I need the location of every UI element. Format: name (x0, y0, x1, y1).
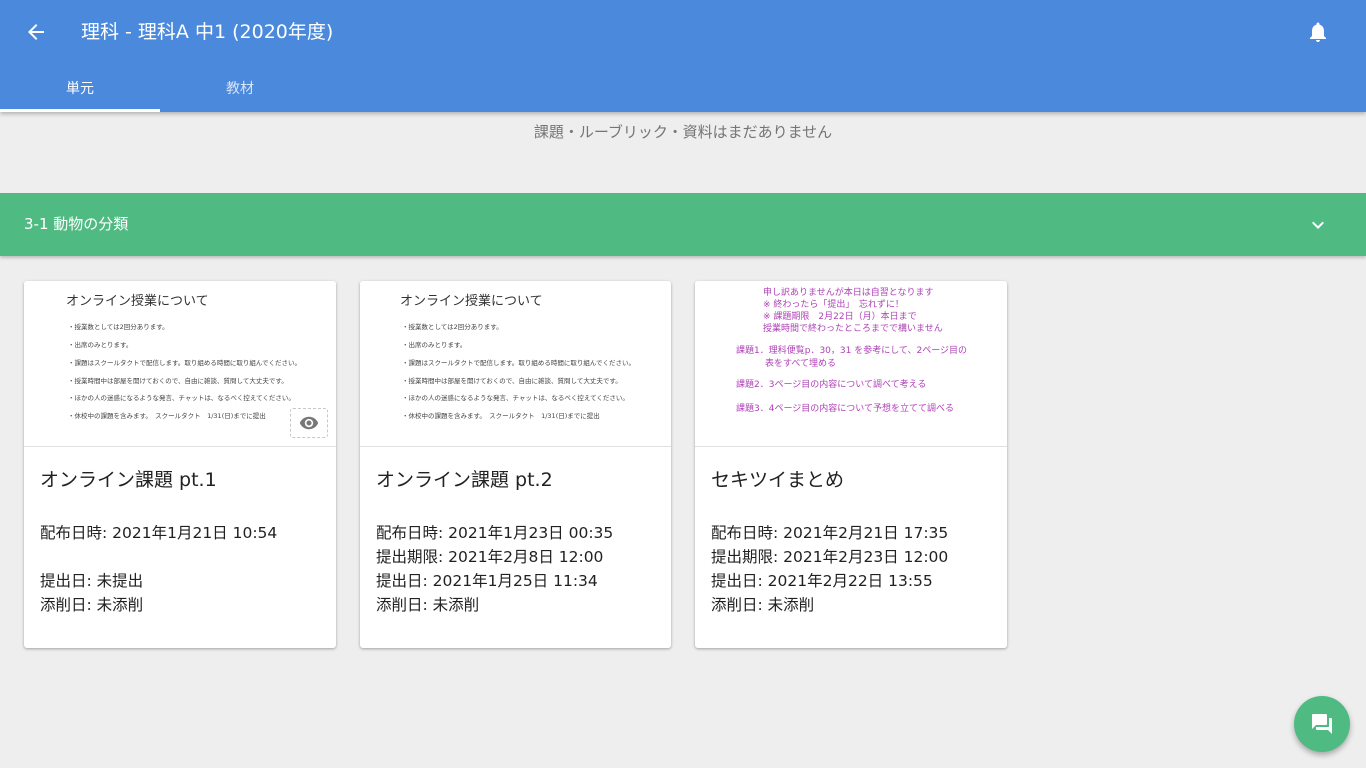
preview-button[interactable] (290, 408, 328, 438)
assignment-info: 配布日時: 2021年1月23日 00:35 提出期限: 2021年2月8日 1… (376, 521, 613, 617)
app-bar: 理科 - 理科A 中1 (2020年度) 単元 教材 (0, 0, 1366, 112)
assignment-thumbnail: オンライン授業について ・授業数としては2回分あります。 ・出席のみとります。 … (24, 281, 336, 447)
notifications-button[interactable] (1300, 14, 1336, 50)
assignment-title: セキツイまとめ (711, 469, 845, 491)
thumbnail-line: 授業時間で終わったところまでで構いません (763, 324, 943, 334)
thumbnail-line: ・出席のみとります。 (402, 341, 467, 349)
unit-header[interactable]: 3-1 動物の分類 (0, 193, 1366, 256)
thumbnail-line: ・出席のみとります。 (68, 341, 133, 349)
distributed-date: 配布日時: 2021年2月21日 17:35 (711, 524, 949, 542)
assignment-thumbnail: オンライン授業について ・授業数としては2回分あります。 ・出席のみとります。 … (360, 281, 671, 447)
thumbnail-line: ・課題はスクールタクトで配信します。取り組める時間に取り組んでください。 (68, 359, 302, 367)
deadline-date (40, 545, 277, 569)
thumbnail-heading: オンライン授業について (400, 294, 543, 309)
bell-icon (1310, 22, 1326, 42)
corrected-date: 添削日: 未添削 (376, 596, 480, 614)
eye-icon (299, 416, 319, 430)
tab-units[interactable]: 単元 (0, 64, 160, 112)
corrected-date: 添削日: 未添削 (711, 596, 815, 614)
back-button[interactable] (18, 14, 54, 50)
distributed-date: 配布日時: 2021年1月23日 00:35 (376, 524, 614, 542)
assignment-thumbnail: 申し訳ありませんが本日は自習となります ※ 終わったら「提出」 忘れずに！ ※ … (695, 281, 1007, 447)
assignment-card[interactable]: オンライン授業について ・授業数としては2回分あります。 ・出席のみとります。 … (24, 281, 336, 648)
thumbnail-line: 課題3．4ページ目の内容について予想を立てて調べる (736, 404, 955, 414)
assignment-info: 配布日時: 2021年2月21日 17:35 提出期限: 2021年2月23日 … (711, 521, 948, 617)
page-title: 理科 - 理科A 中1 (2020年度) (81, 21, 334, 43)
deadline-date: 提出期限: 2021年2月23日 12:00 (711, 548, 949, 566)
corrected-date: 添削日: 未添削 (40, 596, 144, 614)
unit-title: 3-1 動物の分類 (24, 215, 129, 233)
submitted-date: 提出日: 2021年1月25日 11:34 (376, 572, 598, 590)
thumbnail-line: 課題1．理科便覧p．30，31 を参考にして、2ページ目の (736, 346, 968, 356)
submitted-date: 提出日: 未提出 (40, 572, 144, 590)
thumbnail-line: ・授業数としては2回分あります。 (402, 323, 503, 331)
empty-state-message: 課題・ルーブリック・資料はまだありません (533, 123, 833, 141)
thumbnail-line: ・授業時間中は部屋を開けておくので、自由に雑談、質問して大丈夫です。 (402, 377, 622, 385)
thumbnail-line: ・ほかの人の迷惑になるような発言、チャットは、なるべく控えてください。 (68, 394, 295, 402)
thumbnail-line: ・休校中の課題を含みます。 スクールタクト 1/31(日)までに提出 (68, 412, 266, 420)
assignment-card[interactable]: 申し訳ありませんが本日は自習となります ※ 終わったら「提出」 忘れずに！ ※ … (695, 281, 1007, 648)
thumbnail-line: ・ほかの人の迷惑になるような発言、チャットは、なるべく控えてください。 (402, 394, 629, 402)
thumbnail-line: 表をすべて埋める (765, 359, 837, 369)
thumbnail-heading: オンライン授業について (66, 294, 209, 309)
submitted-date: 提出日: 2021年2月22日 13:55 (711, 572, 933, 590)
thumbnail-line: ・休校中の課題を含みます。 スクールタクト 1/31(日)までに提出 (402, 412, 600, 420)
assignment-title: オンライン課題 pt.2 (376, 469, 553, 491)
chat-icon (1312, 714, 1332, 734)
tab-materials[interactable]: 教材 (160, 64, 320, 112)
arrow-back-icon (28, 24, 44, 40)
chevron-down-icon[interactable] (1306, 213, 1330, 237)
assignment-info: 配布日時: 2021年1月21日 10:54 提出日: 未提出 添削日: 未添削 (40, 521, 277, 617)
thumbnail-line: ・授業時間中は部屋を開けておくので、自由に雑談、質問して大丈夫です。 (68, 377, 288, 385)
thumbnail-line: ・課題はスクールタクトで配信します。取り組める時間に取り組んでください。 (402, 359, 636, 367)
chat-button[interactable] (1294, 696, 1350, 752)
distributed-date: 配布日時: 2021年1月21日 10:54 (40, 524, 278, 542)
deadline-date: 提出期限: 2021年2月8日 12:00 (376, 548, 604, 566)
assignment-card[interactable]: オンライン授業について ・授業数としては2回分あります。 ・出席のみとります。 … (360, 281, 671, 648)
tab-bar: 単元 教材 (0, 64, 320, 112)
assignment-title: オンライン課題 pt.1 (40, 469, 217, 491)
thumbnail-line: ・授業数としては2回分あります。 (68, 323, 169, 331)
thumbnail-line: 課題2．3ページ目の内容について調べて考える (736, 380, 927, 390)
